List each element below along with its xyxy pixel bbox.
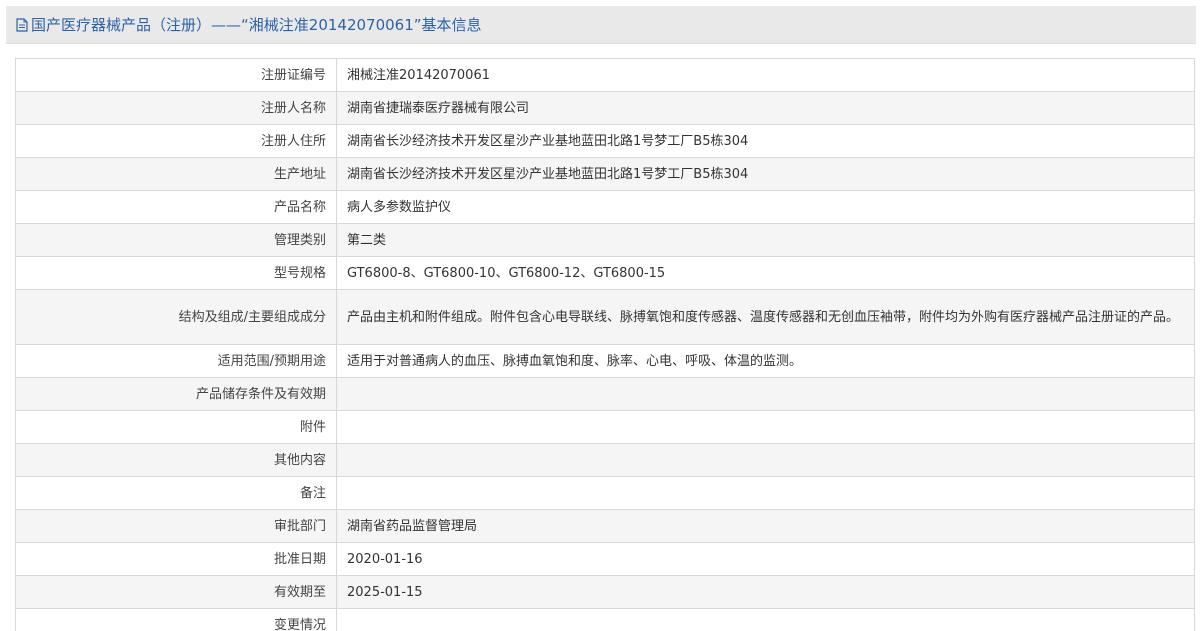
row-label: 生产地址	[15, 157, 337, 191]
table-row: 有效期至 2025-01-15	[15, 575, 1195, 609]
row-label: 产品储存条件及有效期	[15, 377, 337, 411]
row-value: 湖南省药品监督管理局	[336, 509, 1195, 543]
table-row: 注册证编号 湘械注准20142070061	[15, 58, 1195, 92]
row-label: 产品名称	[15, 190, 337, 224]
table-row: 其他内容	[15, 443, 1195, 477]
row-label: 附件	[15, 410, 337, 444]
row-value: 病人多参数监护仪	[336, 190, 1195, 224]
row-label: 批准日期	[15, 542, 337, 576]
table-row: 注册人名称 湖南省捷瑞泰医疗器械有限公司	[15, 91, 1195, 125]
header-bar: 国产医疗器械产品（注册）——“湘械注准20142070061”基本信息	[6, 6, 1196, 44]
table-row: 生产地址 湖南省长沙经济技术开发区星沙产业基地蓝田北路1号梦工厂B5栋304	[15, 157, 1195, 191]
row-value: 湖南省长沙经济技术开发区星沙产业基地蓝田北路1号梦工厂B5栋304	[336, 124, 1195, 158]
row-value: 第二类	[336, 223, 1195, 257]
table-row: 附件	[15, 410, 1195, 444]
row-label: 备注	[15, 476, 337, 510]
row-label: 注册人名称	[15, 91, 337, 125]
table-row: 备注	[15, 476, 1195, 510]
table-row: 批准日期 2020-01-16	[15, 542, 1195, 576]
table-row: 产品名称 病人多参数监护仪	[15, 190, 1195, 224]
row-value: GT6800-8、GT6800-10、GT6800-12、GT6800-15	[336, 256, 1195, 290]
page: 国产医疗器械产品（注册）——“湘械注准20142070061”基本信息 注册证编…	[0, 0, 1200, 631]
row-label: 注册证编号	[15, 58, 337, 92]
document-icon	[16, 17, 28, 32]
table-row: 管理类别 第二类	[15, 223, 1195, 257]
table-row: 型号规格 GT6800-8、GT6800-10、GT6800-12、GT6800…	[15, 256, 1195, 290]
info-table: 注册证编号 湘械注准20142070061 注册人名称 湖南省捷瑞泰医疗器械有限…	[15, 58, 1195, 631]
row-value: 湖南省捷瑞泰医疗器械有限公司	[336, 91, 1195, 125]
page-title: 国产医疗器械产品（注册）——“湘械注准20142070061”基本信息	[31, 16, 482, 34]
row-value: 2020-01-16	[336, 542, 1195, 576]
row-value	[336, 608, 1195, 631]
row-label: 结构及组成/主要组成成分	[15, 289, 337, 345]
row-label: 注册人住所	[15, 124, 337, 158]
row-value: 湖南省长沙经济技术开发区星沙产业基地蓝田北路1号梦工厂B5栋304	[336, 157, 1195, 191]
row-label: 管理类别	[15, 223, 337, 257]
row-label: 变更情况	[15, 608, 337, 631]
table-row: 变更情况	[15, 608, 1195, 631]
row-value	[336, 377, 1195, 411]
table-row: 适用范围/预期用途 适用于对普通病人的血压、脉搏血氧饱和度、脉率、心电、呼吸、体…	[15, 344, 1195, 378]
row-value: 湘械注准20142070061	[336, 58, 1195, 92]
table-row: 结构及组成/主要组成成分 产品由主机和附件组成。附件包含心电导联线、脉搏氧饱和度…	[15, 289, 1195, 345]
row-label: 审批部门	[15, 509, 337, 543]
row-label: 有效期至	[15, 575, 337, 609]
row-value: 产品由主机和附件组成。附件包含心电导联线、脉搏氧饱和度传感器、温度传感器和无创血…	[336, 289, 1195, 345]
row-value	[336, 410, 1195, 444]
table-row: 注册人住所 湖南省长沙经济技术开发区星沙产业基地蓝田北路1号梦工厂B5栋304	[15, 124, 1195, 158]
row-value: 2025-01-15	[336, 575, 1195, 609]
row-label: 适用范围/预期用途	[15, 344, 337, 378]
row-value	[336, 443, 1195, 477]
table-row: 审批部门 湖南省药品监督管理局	[15, 509, 1195, 543]
table-row: 产品储存条件及有效期	[15, 377, 1195, 411]
row-value	[336, 476, 1195, 510]
row-label: 其他内容	[15, 443, 337, 477]
row-value: 适用于对普通病人的血压、脉搏血氧饱和度、脉率、心电、呼吸、体温的监测。	[336, 344, 1195, 378]
row-label: 型号规格	[15, 256, 337, 290]
